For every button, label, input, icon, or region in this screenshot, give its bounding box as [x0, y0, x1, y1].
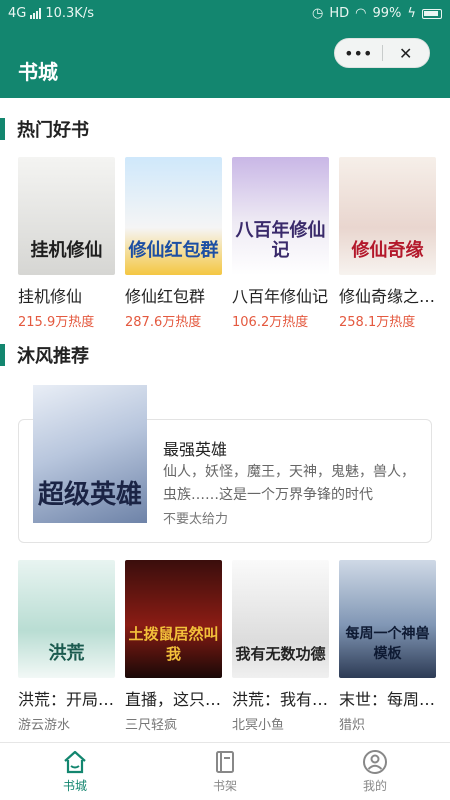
book-heat: 215.9万热度	[18, 315, 95, 330]
hot-books-row: 挂机修仙 挂机修仙 215.9万热度 修仙红包群 修仙红包群 287.6万热度 …	[18, 157, 436, 330]
mini-program-capsule: ••• ✕	[334, 38, 430, 68]
hd-label: HD	[329, 6, 350, 21]
book-heat: 106.2万热度	[232, 315, 309, 330]
section-marker	[0, 344, 5, 366]
book-card[interactable]: 洪荒 洪荒：开局暴击系统 游云游水	[18, 560, 115, 733]
tab-bookstore[interactable]: 书城	[0, 743, 150, 800]
cover-title: 挂机修仙	[30, 240, 103, 261]
book-title[interactable]: 八百年修仙记	[232, 283, 329, 307]
book-title[interactable]: 修仙红包群	[125, 283, 222, 307]
book-cover[interactable]: 挂机修仙	[18, 157, 115, 275]
book-heat: 287.6万热度	[125, 315, 202, 330]
book-card[interactable]: 我有无数功德 洪荒：我有无数功德 北冥小鱼	[232, 560, 329, 733]
book-card[interactable]: 每周一个神兽模板 末世：每周一个神兽 猎炽	[339, 560, 436, 733]
charging-icon: ϟ	[407, 6, 416, 21]
signal-icon	[30, 8, 42, 19]
cover-title: 洪荒	[48, 643, 85, 664]
status-bar: 4G 10.3K/s ◷ HD ◠ 99% ϟ	[0, 0, 450, 30]
book-author: 猎炽	[339, 718, 366, 733]
book-cover[interactable]: 每周一个神兽模板	[339, 560, 436, 678]
recommend-books-row: 洪荒 洪荒：开局暴击系统 游云游水 土拨鼠居然叫我 直播，这只土拨鼠 三尺轻疯 …	[18, 560, 436, 733]
recommend-section-header: 沐风推荐	[0, 342, 89, 368]
book-title[interactable]: 直播，这只土拨鼠	[125, 686, 222, 710]
book-card[interactable]: 土拨鼠居然叫我 直播，这只土拨鼠 三尺轻疯	[125, 560, 222, 733]
page-title: 书城	[18, 60, 58, 84]
book-author: 三尺轻疯	[125, 718, 178, 733]
book-title[interactable]: 修仙奇缘之天境	[339, 283, 436, 307]
book-author: 北冥小鱼	[232, 718, 285, 733]
cover-title: 修仙奇缘	[351, 240, 424, 261]
book-heat: 258.1万热度	[339, 315, 416, 330]
book-cover[interactable]: 修仙奇缘	[339, 157, 436, 275]
cover-title: 修仙红包群	[128, 240, 219, 261]
featured-book-title[interactable]: 最强英雄	[163, 436, 227, 460]
tab-bookshelf[interactable]: 书架	[150, 743, 300, 800]
tab-mine[interactable]: 我的	[300, 743, 450, 800]
book-title[interactable]: 洪荒：开局暴击系统	[18, 686, 115, 710]
network-speed: 10.3K/s	[45, 6, 94, 21]
network-label: 4G	[8, 6, 27, 21]
book-title[interactable]: 末世：每周一个神兽	[339, 686, 436, 710]
book-cover[interactable]: 洪荒	[18, 560, 115, 678]
recommend-section-title: 沐风推荐	[17, 346, 89, 367]
featured-book-cover[interactable]: 超级英雄	[33, 385, 147, 523]
section-marker	[0, 118, 5, 140]
cover-title: 每周一个神兽模板	[345, 626, 430, 662]
book-title[interactable]: 挂机修仙	[18, 283, 115, 307]
tab-label: 我的	[362, 779, 387, 793]
cover-title: 土拨鼠居然叫我	[128, 625, 219, 663]
book-title[interactable]: 洪荒：我有无数功德	[232, 686, 329, 710]
battery-percent: 99%	[372, 6, 402, 21]
book-author: 游云游水	[18, 718, 71, 733]
bookshelf-icon	[211, 750, 239, 774]
featured-book-author: 不要太给力	[163, 512, 229, 527]
book-card[interactable]: 修仙奇缘 修仙奇缘之天境 258.1万热度	[339, 157, 436, 330]
wifi-icon: ◠	[355, 6, 367, 21]
user-icon	[361, 750, 389, 774]
cover-title: 八百年修仙记	[235, 220, 326, 261]
book-card[interactable]: 挂机修仙 挂机修仙 215.9万热度	[18, 157, 115, 330]
bottom-tab-bar: 书城 书架 我的	[0, 742, 450, 800]
tab-label: 书架	[212, 779, 237, 793]
cover-title: 超级英雄	[37, 480, 142, 510]
hot-section-title: 热门好书	[17, 120, 89, 141]
book-cover[interactable]: 我有无数功德	[232, 560, 329, 678]
book-cover[interactable]: 修仙红包群	[125, 157, 222, 275]
cover-title: 我有无数功德	[235, 645, 326, 663]
battery-icon	[422, 8, 442, 19]
book-card[interactable]: 八百年修仙记 八百年修仙记 106.2万热度	[232, 157, 329, 330]
book-card[interactable]: 修仙红包群 修仙红包群 287.6万热度	[125, 157, 222, 330]
book-cover[interactable]: 八百年修仙记	[232, 157, 329, 275]
hot-section-header: 热门好书	[0, 116, 89, 142]
app-header: 4G 10.3K/s ◷ HD ◠ 99% ϟ 书城 ••• ✕	[0, 0, 450, 98]
alarm-icon: ◷	[312, 6, 324, 21]
close-button[interactable]: ✕	[382, 39, 429, 67]
tab-label: 书城	[62, 779, 87, 793]
featured-book-description: 仙人，妖怪，魔王，天神，鬼魅，兽人，虫族……这是一个万界争锋的时代	[163, 464, 415, 503]
home-icon	[61, 750, 89, 774]
more-button[interactable]: •••	[335, 39, 382, 67]
book-cover[interactable]: 土拨鼠居然叫我	[125, 560, 222, 678]
